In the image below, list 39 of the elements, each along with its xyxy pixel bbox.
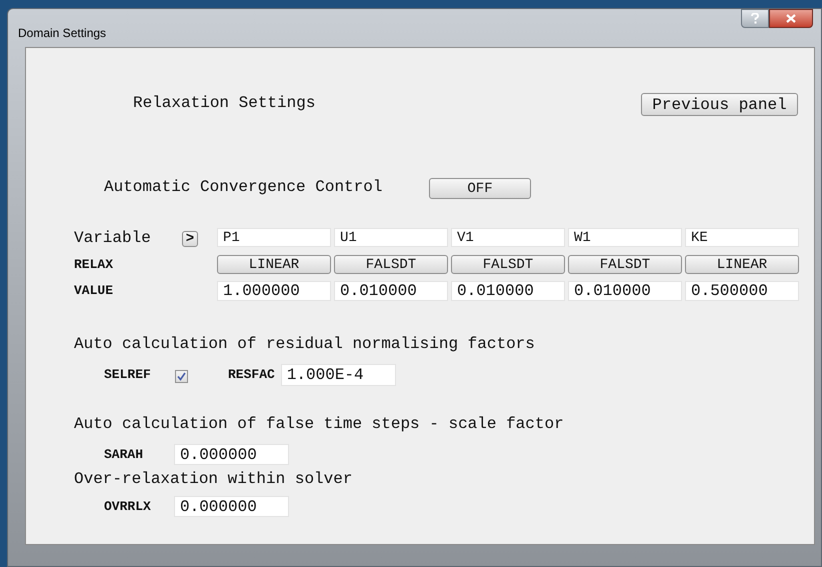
- field-label: OVRRLX: [104, 498, 152, 516]
- section-title: Relaxation Settings: [133, 92, 316, 114]
- sarah-field[interactable]: 0.000000: [174, 444, 289, 465]
- relax-method-button[interactable]: FALSDT: [568, 255, 682, 274]
- value-field[interactable]: 0.010000: [451, 281, 565, 301]
- variable-field[interactable]: V1: [451, 228, 565, 247]
- variable-field[interactable]: P1: [217, 228, 331, 247]
- row-label: RELAX: [74, 256, 114, 274]
- selref-checkbox[interactable]: [175, 370, 188, 383]
- window-title: Domain Settings: [18, 25, 106, 42]
- variable-field[interactable]: KE: [685, 228, 799, 247]
- ovrrlx-field[interactable]: 0.000000: [174, 496, 289, 517]
- help-icon: [751, 13, 759, 24]
- help-button[interactable]: [741, 9, 769, 28]
- previous-panel-button[interactable]: Previous panel: [641, 93, 798, 116]
- close-button[interactable]: [769, 9, 813, 28]
- field-label: RESFAC: [228, 366, 275, 384]
- value-field[interactable]: 1.000000: [217, 281, 331, 301]
- value-field[interactable]: 0.010000: [568, 281, 682, 301]
- relax-method-button[interactable]: LINEAR: [217, 255, 331, 274]
- section-heading: Over-relaxation within solver: [74, 469, 354, 489]
- section-heading: Auto calculation of residual normalising factors: [74, 334, 536, 354]
- close-icon: [786, 14, 796, 23]
- relax-method-button[interactable]: LINEAR: [685, 255, 799, 274]
- expand-button[interactable]: >: [182, 230, 198, 246]
- section-heading: Auto calculation of false time steps - scale factor: [74, 414, 565, 434]
- value-field[interactable]: 0.010000: [334, 281, 448, 301]
- row-label: VALUE: [74, 282, 114, 300]
- relax-method-button[interactable]: FALSDT: [451, 255, 565, 274]
- convergence-label: Automatic Convergence Control: [104, 176, 384, 198]
- toggle-button[interactable]: OFF: [429, 178, 531, 199]
- resfac-field[interactable]: 1.000E-4: [280, 364, 396, 386]
- variable-field[interactable]: W1: [568, 228, 682, 247]
- row-label: Variable: [74, 228, 152, 248]
- field-label: SARAH: [104, 446, 144, 464]
- relax-method-button[interactable]: FALSDT: [334, 255, 448, 274]
- value-field[interactable]: 0.500000: [685, 281, 799, 301]
- variable-field[interactable]: U1: [334, 228, 448, 247]
- field-label: SELREF: [104, 366, 152, 384]
